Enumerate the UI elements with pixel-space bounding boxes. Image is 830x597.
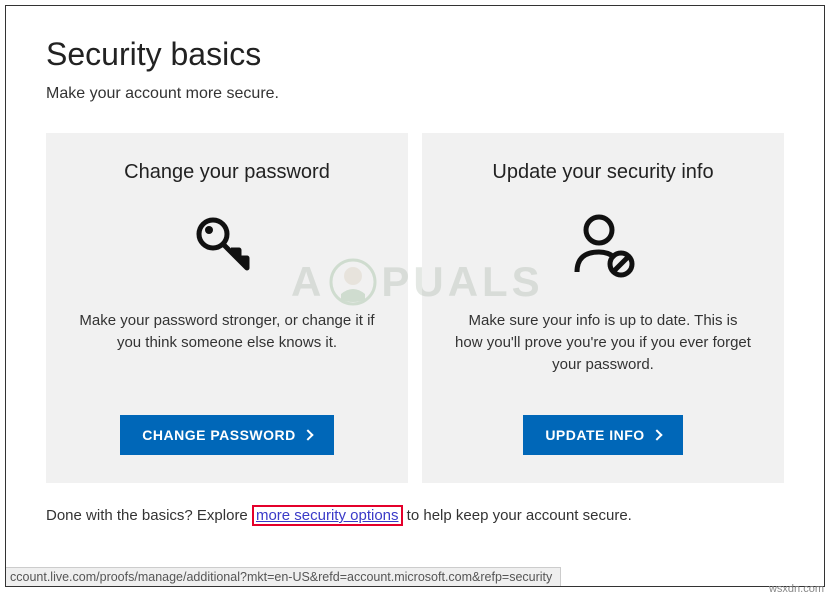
footer-prefix: Done with the basics? Explore [46, 507, 252, 524]
footer-suffix: to help keep your account secure. [403, 507, 632, 524]
change-password-button[interactable]: CHANGE PASSWORD [120, 415, 333, 455]
page-subtitle: Make your account more secure. [46, 85, 784, 103]
site-credit: wsxdn.com [769, 583, 824, 595]
update-info-button[interactable]: UPDATE INFO [523, 415, 682, 455]
more-security-options-link[interactable]: more security options [256, 507, 399, 524]
cards-row: Change your password Make your password … [6, 113, 824, 483]
page-container: A PUALS Security basics Make your accoun… [5, 5, 825, 587]
update-info-desc: Make sure your info is up to date. This … [446, 310, 760, 389]
page-title: Security basics [46, 36, 784, 73]
chevron-right-icon [651, 429, 662, 440]
change-password-desc: Make your password stronger, or change i… [70, 310, 384, 389]
change-password-button-label: CHANGE PASSWORD [142, 427, 295, 443]
update-info-title: Update your security info [492, 161, 713, 184]
chevron-right-icon [302, 429, 313, 440]
key-icon [189, 208, 265, 284]
browser-status-bar: ccount.live.com/proofs/manage/additional… [6, 567, 561, 586]
person-blocked-icon [565, 208, 641, 284]
update-info-button-label: UPDATE INFO [545, 427, 644, 443]
footer-text: Done with the basics? Explore more secur… [6, 483, 824, 530]
page-header: Security basics Make your account more s… [6, 6, 824, 113]
update-info-card: Update your security info Make sure your… [422, 133, 784, 483]
highlight-annotation: more security options [252, 505, 403, 526]
change-password-card: Change your password Make your password … [46, 133, 408, 483]
change-password-title: Change your password [124, 161, 330, 184]
